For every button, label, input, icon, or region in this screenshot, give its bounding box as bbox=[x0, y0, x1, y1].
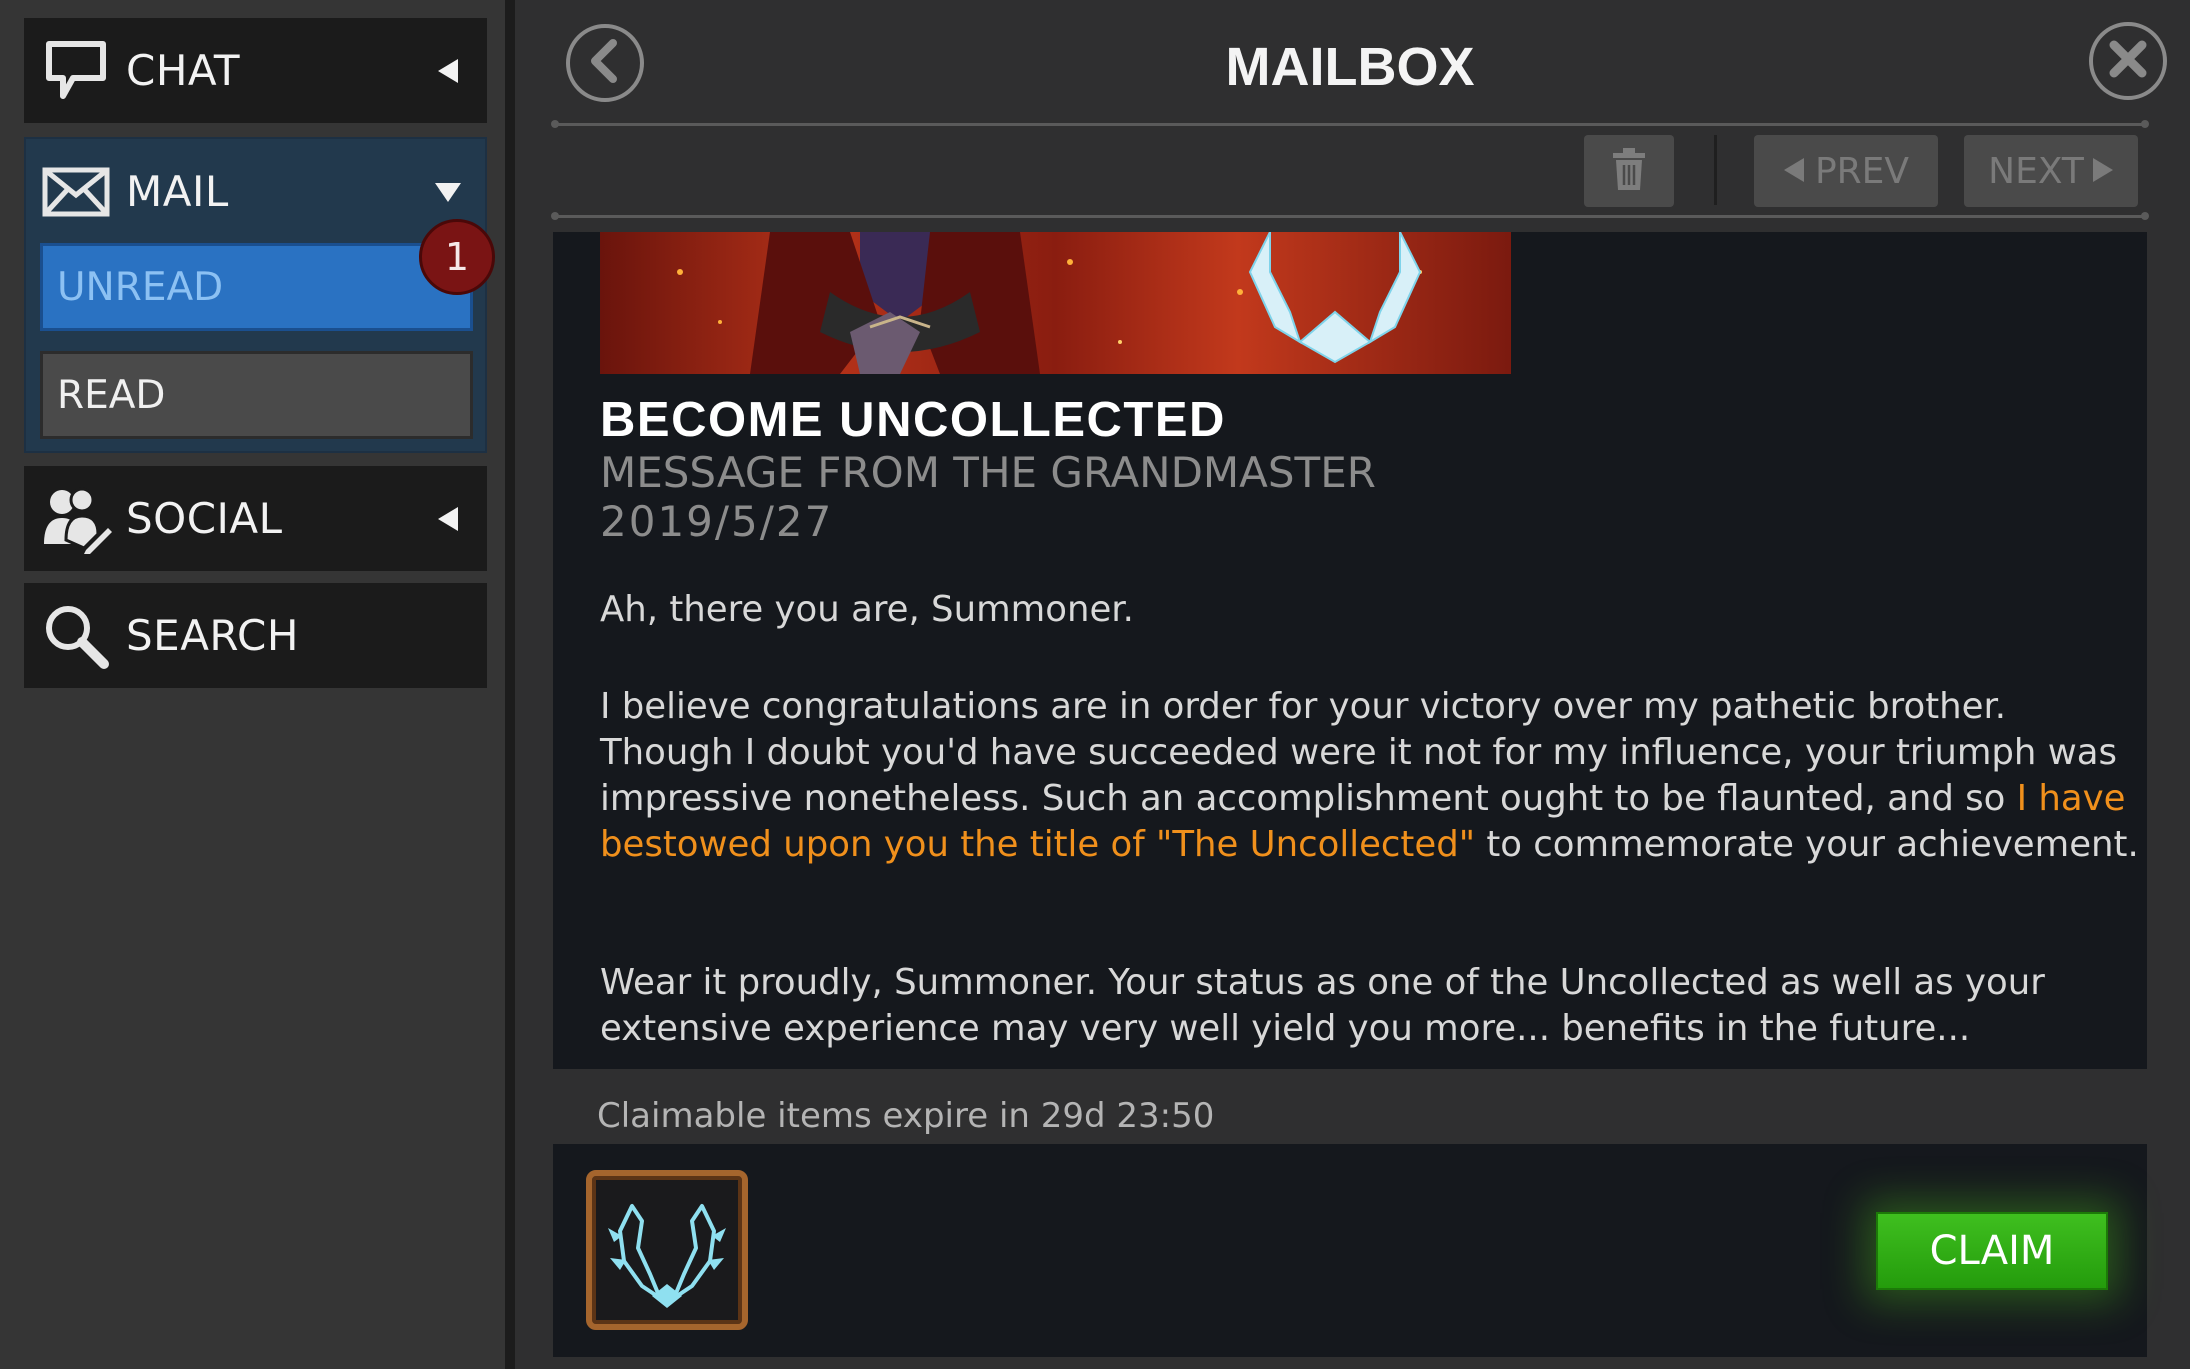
delete-button[interactable] bbox=[1584, 135, 1674, 207]
message-greeting: Ah, there you are, Summoner. bbox=[600, 589, 1134, 630]
sidebar-item-search-label: SEARCH bbox=[126, 611, 299, 660]
claim-expiry-text: Claimable items expire in 29d 23:50 bbox=[597, 1096, 1215, 1136]
message-date: 2019/5/27 bbox=[600, 497, 834, 546]
claim-label: CLAIM bbox=[1929, 1228, 2055, 1274]
message-text: I believe congratulations are in order f… bbox=[600, 686, 2118, 819]
next-label: NEXT bbox=[1988, 150, 2084, 192]
sidebar-item-mail[interactable]: MAIL bbox=[26, 139, 485, 244]
unread-count-badge: 1 bbox=[419, 219, 495, 295]
sidebar-item-search[interactable]: SEARCH bbox=[24, 583, 487, 688]
caret-down-icon bbox=[433, 177, 463, 207]
reward-panel: CLAIM bbox=[553, 1144, 2147, 1357]
search-icon bbox=[38, 598, 114, 674]
chevron-left-icon bbox=[585, 39, 625, 87]
divider bbox=[551, 212, 2149, 220]
mail-read-button[interactable]: READ bbox=[40, 351, 473, 439]
chat-bubble-icon bbox=[38, 33, 114, 109]
close-button[interactable] bbox=[2089, 22, 2167, 100]
people-icon bbox=[38, 481, 114, 557]
back-button[interactable] bbox=[566, 24, 644, 102]
sidebar-item-social[interactable]: SOCIAL bbox=[24, 466, 487, 571]
laurel-wreath-icon bbox=[586, 1170, 748, 1330]
sidebar-mail-group: MAIL UNREAD 1 READ bbox=[24, 137, 495, 453]
message-panel: BECOME UNCOLLECTED MESSAGE FROM THE GRAN… bbox=[553, 232, 2147, 1069]
message-banner-image bbox=[600, 232, 1511, 374]
sidebar-item-mail-label: MAIL bbox=[126, 167, 229, 216]
trash-icon bbox=[1611, 147, 1647, 195]
close-icon bbox=[2106, 37, 2150, 85]
mail-read-label: READ bbox=[57, 372, 166, 418]
prev-label: PREV bbox=[1814, 150, 1910, 192]
next-button[interactable]: NEXT bbox=[1964, 135, 2138, 207]
triangle-left-icon bbox=[1783, 151, 1805, 192]
message-paragraph: I believe congratulations are in order f… bbox=[600, 684, 2140, 868]
page-title: MAILBOX bbox=[1225, 37, 1475, 97]
toolbar-separator bbox=[1714, 135, 1717, 205]
mail-unread-button[interactable]: UNREAD bbox=[40, 243, 473, 331]
message-sender: MESSAGE FROM THE GRANDMASTER bbox=[600, 448, 1376, 497]
envelope-icon bbox=[38, 154, 114, 230]
divider bbox=[551, 120, 2149, 128]
message-title: BECOME UNCOLLECTED bbox=[600, 393, 1226, 447]
sidebar-divider bbox=[505, 0, 515, 1369]
triangle-right-icon bbox=[2092, 151, 2114, 192]
sidebar-item-chat[interactable]: CHAT bbox=[24, 18, 487, 123]
sidebar-item-social-label: SOCIAL bbox=[126, 494, 283, 543]
caret-left-icon bbox=[433, 56, 463, 86]
message-text: to commemorate your achievement. bbox=[1475, 824, 2139, 865]
sidebar: CHAT MAIL UNREAD 1 READ SOCIAL SEARCH bbox=[0, 0, 505, 1369]
prev-button[interactable]: PREV bbox=[1754, 135, 1938, 207]
claim-button[interactable]: CLAIM bbox=[1876, 1212, 2108, 1290]
mail-unread-label: UNREAD bbox=[57, 264, 224, 310]
message-paragraph: Wear it proudly, Summoner. Your status a… bbox=[600, 962, 2045, 1049]
caret-left-icon bbox=[433, 504, 463, 534]
sidebar-item-chat-label: CHAT bbox=[126, 46, 241, 95]
